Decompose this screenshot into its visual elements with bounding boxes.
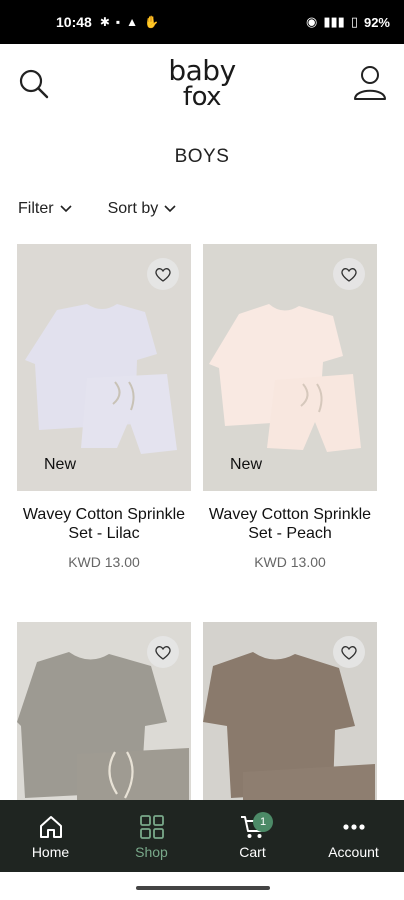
nav-cart-label: Cart: [239, 844, 266, 860]
battery-icon: ▯: [350, 14, 358, 29]
product-card[interactable]: New Wavey Cotton Sprinkle Set - Peach KW…: [203, 244, 377, 570]
status-right: ◉ ▮▮▮ ▯ 92%: [306, 14, 390, 30]
search-button[interactable]: [16, 66, 52, 102]
user-icon: [354, 66, 386, 100]
heart-icon: [155, 267, 171, 282]
wishlist-button[interactable]: [333, 258, 365, 290]
nav-home-label: Home: [31, 844, 70, 860]
wishlist-button[interactable]: [147, 636, 179, 668]
brand-logo[interactable]: baby fox: [162, 54, 242, 114]
wishlist-button[interactable]: [333, 636, 365, 668]
gesture-handle[interactable]: [136, 886, 270, 890]
product-price: KWD 13.00: [254, 554, 326, 570]
product-image[interactable]: New: [203, 244, 377, 491]
page-title: BOYS: [174, 146, 230, 167]
home-icon: [39, 816, 62, 838]
filter-label: Filter: [18, 200, 54, 217]
wishlist-button[interactable]: [147, 258, 179, 290]
product-image[interactable]: New: [17, 244, 191, 491]
nav-shop[interactable]: Shop: [101, 800, 202, 872]
chevron-down-icon: [164, 205, 176, 213]
cart-count-badge: 1: [253, 812, 273, 832]
nav-shop-label: Shop: [135, 844, 168, 860]
app-header: baby fox: [0, 44, 404, 124]
bottom-navigation: Home Shop 1 Cart Account: [0, 800, 404, 872]
wifi-icon: ◉: [306, 14, 318, 29]
signal-icon: ▮▮▮: [323, 14, 345, 29]
nav-account-label: Account: [328, 844, 379, 860]
status-time: 10:48: [56, 14, 92, 30]
battery-percent: 92%: [363, 14, 390, 30]
product-price: KWD 13.00: [68, 554, 140, 570]
hand-icon: ✋: [144, 15, 159, 29]
app-notification-icon: ✱: [99, 15, 110, 29]
sort-label: Sort by: [107, 200, 159, 217]
logo-line-2: fox: [182, 81, 222, 112]
product-name[interactable]: Wavey Cotton Sprinkle Set - Lilac: [17, 505, 191, 543]
heart-icon: [341, 645, 357, 660]
heart-icon: [341, 267, 357, 282]
new-badge: New: [44, 456, 77, 473]
search-icon: [19, 69, 49, 99]
product-name[interactable]: Wavey Cotton Sprinkle Set - Peach: [203, 505, 377, 543]
heart-icon: [155, 645, 171, 660]
chevron-down-icon: [59, 205, 72, 213]
filter-bar: Filter Sort by: [18, 200, 176, 218]
notification-icons: ✱ ▪ ▲ ✋: [100, 15, 159, 29]
more-icon: [342, 824, 365, 830]
new-badge: New: [230, 456, 263, 473]
product-card[interactable]: New Wavey Cotton Sprinkle Set - Lilac KW…: [17, 244, 191, 570]
alert-icon: ▲: [126, 15, 139, 29]
account-button[interactable]: [352, 64, 388, 102]
grid-icon: [139, 815, 164, 839]
status-bar: 10:48 ✱ ▪ ▲ ✋ ◉ ▮▮▮ ▯ 92%: [0, 0, 404, 44]
logo-line-1: baby: [168, 54, 236, 87]
message-icon: ▪: [115, 15, 121, 29]
nav-account[interactable]: Account: [303, 800, 404, 872]
sort-dropdown[interactable]: Sort by: [108, 200, 177, 218]
filter-dropdown[interactable]: Filter: [18, 200, 72, 218]
nav-cart[interactable]: 1 Cart: [202, 800, 303, 872]
nav-home[interactable]: Home: [0, 800, 101, 872]
